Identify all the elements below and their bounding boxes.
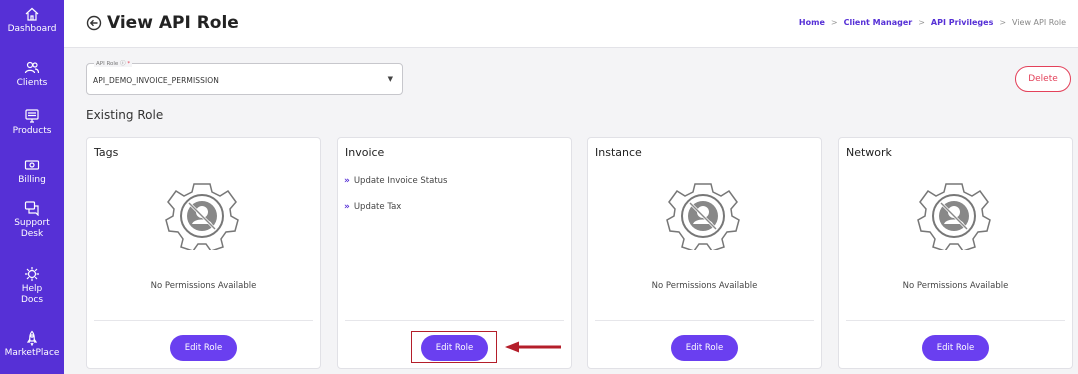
- api-role-label-text: API Role: [96, 61, 119, 67]
- card-title: Tags: [94, 146, 119, 159]
- breadcrumb-separator: >: [830, 18, 838, 27]
- sidebar-item-label: Help: [21, 284, 43, 294]
- breadcrumb-current: View API Role: [1012, 18, 1066, 27]
- api-role-label: API Role ⓘ *: [94, 59, 133, 67]
- role-card-instance: Instance No Permissions Available Edit R…: [587, 137, 822, 369]
- no-permissions-text: No Permissions Available: [902, 281, 1009, 291]
- sidebar-item-label: Desk: [20, 229, 44, 239]
- sidebar-item-label: Support: [14, 218, 50, 228]
- sidebar-item-label: Docs: [20, 295, 44, 305]
- sidebar-item-clients[interactable]: Clients: [0, 60, 64, 89]
- caret-down-icon[interactable]: ▼: [388, 75, 393, 83]
- edit-role-button[interactable]: Edit Role: [671, 335, 738, 361]
- required-marker: *: [127, 61, 131, 67]
- annotation-highlight-box: [411, 331, 497, 363]
- api-role-value: API_DEMO_INVOICE_PERMISSION: [93, 76, 220, 85]
- cash-icon: [24, 157, 40, 173]
- card-divider: [846, 320, 1065, 321]
- chat-icon: [24, 200, 40, 217]
- users-icon: [24, 60, 40, 76]
- sidebar-item-label: Billing: [18, 175, 46, 185]
- rocket-icon: [24, 330, 40, 347]
- list-item: » Update Invoice Status: [344, 176, 448, 186]
- sidebar-item-products[interactable]: Products: [0, 108, 64, 137]
- api-role-select[interactable]: API Role ⓘ * API_DEMO_INVOICE_PERMISSION…: [86, 59, 403, 95]
- sidebar-item-support-desk[interactable]: Support Desk: [0, 200, 64, 240]
- double-chevron-right-icon: »: [344, 176, 350, 186]
- no-permission-gear-icon: [917, 183, 991, 250]
- card-divider: [345, 320, 564, 321]
- list-item: » Update Tax: [344, 202, 448, 212]
- breadcrumb-client-manager[interactable]: Client Manager: [844, 18, 913, 27]
- sidebar-item-billing[interactable]: Billing: [0, 157, 64, 186]
- edit-role-button[interactable]: Edit Role: [170, 335, 237, 361]
- card-divider: [94, 320, 313, 321]
- gear-icon: [24, 266, 40, 282]
- page-header: View API Role Home > Client Manager > AP…: [64, 0, 1078, 48]
- breadcrumb: Home > Client Manager > API Privileges >…: [799, 18, 1066, 27]
- sidebar-item-label: Dashboard: [7, 24, 57, 34]
- breadcrumb-api-privileges[interactable]: API Privileges: [931, 18, 993, 27]
- no-permission-gear-icon: [666, 183, 740, 250]
- no-permissions-text: No Permissions Available: [651, 281, 758, 291]
- home-icon: [24, 6, 40, 22]
- page-title-text: View API Role: [107, 13, 239, 33]
- sidebar-item-dashboard[interactable]: Dashboard: [0, 6, 64, 35]
- breadcrumb-separator: >: [999, 18, 1007, 27]
- sidebar-item-help-docs[interactable]: Help Docs: [0, 266, 64, 306]
- card-title: Invoice: [345, 146, 385, 159]
- sidebar-item-label: MarketPlace: [4, 348, 60, 358]
- role-card-tags: Tags No Permissions Available Edit Role: [86, 137, 321, 369]
- edit-role-button[interactable]: Edit Role: [922, 335, 989, 361]
- role-card-network: Network No Permissions Available Edit Ro…: [838, 137, 1073, 369]
- sidebar-item-label: Products: [12, 126, 52, 136]
- monitor-icon: [24, 108, 40, 124]
- section-title: Existing Role: [86, 108, 164, 122]
- sidebar-item-label: Clients: [16, 78, 48, 88]
- annotation-arrow-icon: [505, 341, 561, 353]
- sidebar-item-marketplace[interactable]: MarketPlace: [0, 330, 64, 359]
- no-permission-gear-icon: [165, 183, 239, 250]
- card-title: Network: [846, 146, 892, 159]
- sidebar: Dashboard Clients Products Billing Suppo…: [0, 0, 64, 374]
- permission-label: Update Tax: [353, 202, 402, 212]
- page-title: View API Role: [86, 13, 239, 33]
- info-icon: ⓘ: [120, 61, 126, 67]
- permission-list: » Update Invoice Status » Update Tax: [344, 176, 448, 228]
- card-title: Instance: [595, 146, 642, 159]
- delete-button[interactable]: Delete: [1015, 66, 1071, 92]
- permission-label: Update Invoice Status: [353, 176, 448, 186]
- no-permissions-text: No Permissions Available: [150, 281, 257, 291]
- breadcrumb-home[interactable]: Home: [799, 18, 825, 27]
- breadcrumb-separator: >: [918, 18, 925, 27]
- card-divider: [595, 320, 814, 321]
- back-arrow-icon[interactable]: [86, 15, 102, 31]
- double-chevron-right-icon: »: [344, 202, 350, 212]
